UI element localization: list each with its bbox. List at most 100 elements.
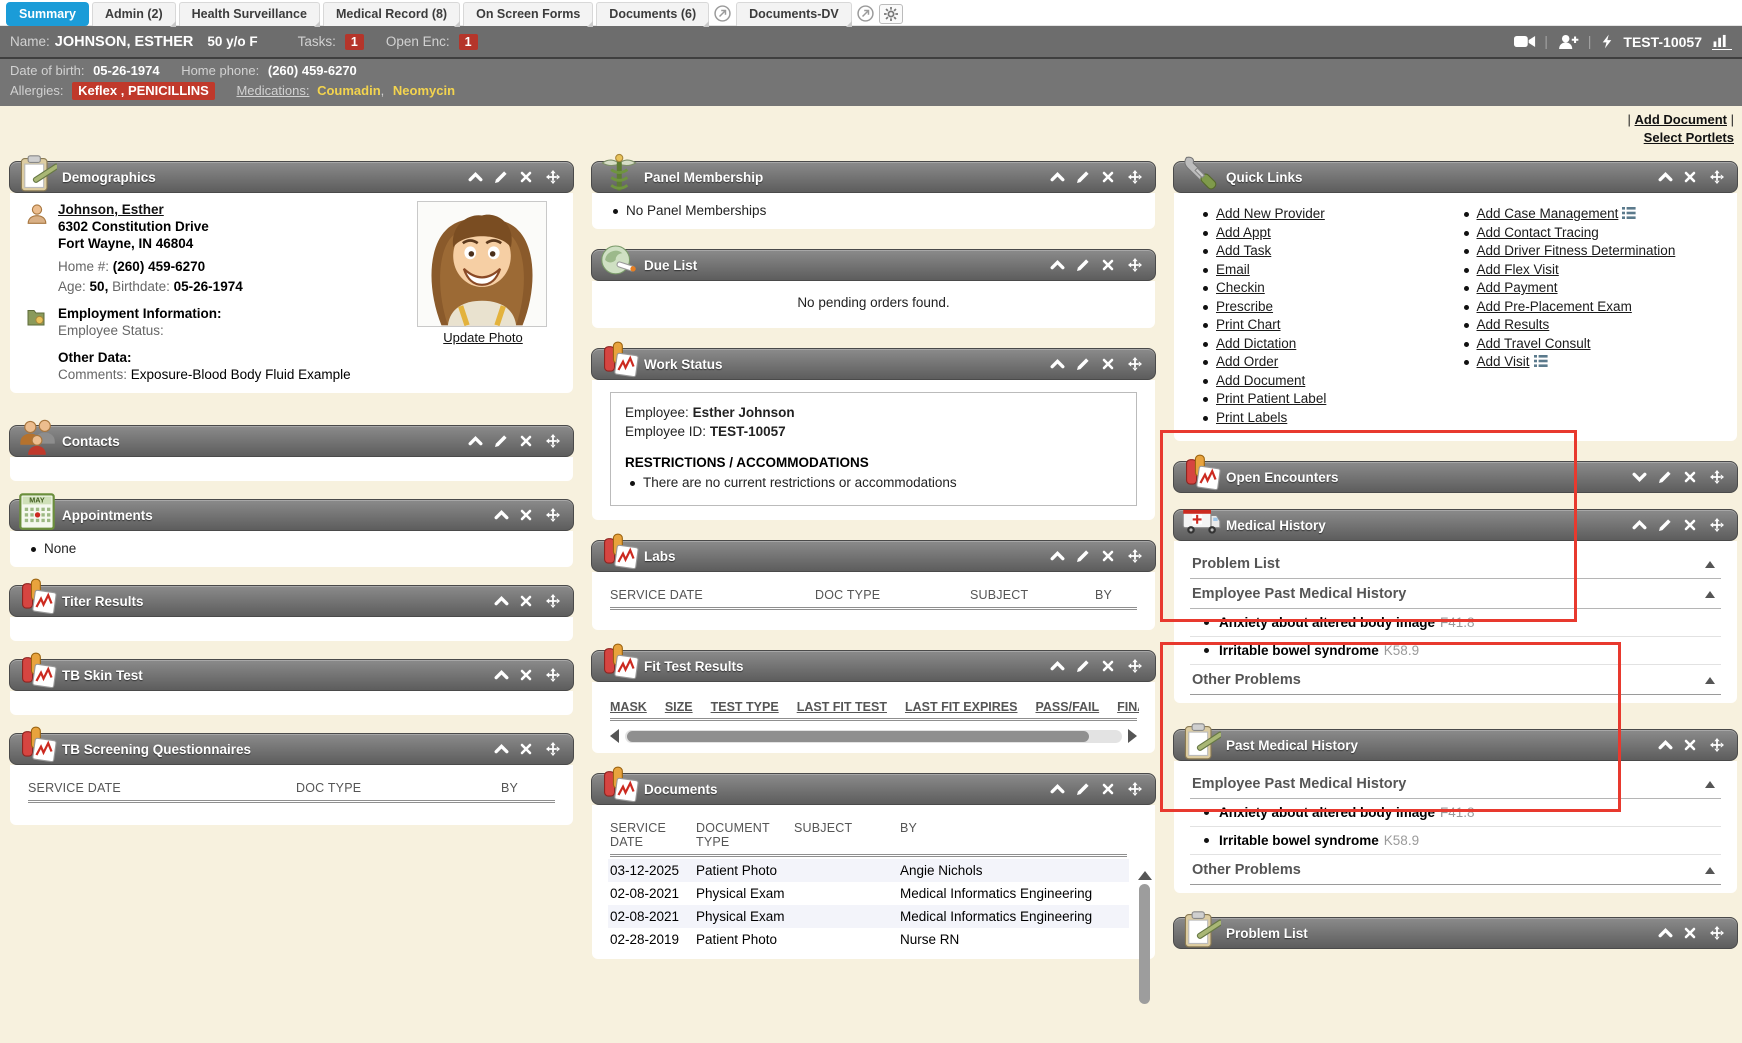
quick-link[interactable]: Add Flex Visit	[1477, 262, 1559, 277]
column-header[interactable]: DOCUMENT TYPE	[696, 821, 794, 849]
scroll-up-arrow[interactable]	[1138, 871, 1152, 880]
portlet-header[interactable]: Demographics	[9, 161, 574, 193]
edit-pencil-icon[interactable]	[1076, 170, 1091, 184]
medication-item[interactable]: Neomycin	[393, 83, 455, 98]
quick-link[interactable]: Add Document	[1216, 373, 1305, 388]
close-icon[interactable]	[1684, 738, 1699, 752]
portlet-header[interactable]: Quick Links	[1173, 161, 1738, 193]
open-enc-count-badge[interactable]: 1	[459, 34, 478, 50]
close-icon[interactable]	[1102, 549, 1117, 563]
quick-link[interactable]: Email	[1216, 262, 1250, 277]
vertical-scrollbar[interactable]	[1137, 871, 1152, 1043]
sort-column-link[interactable]: LAST FIT EXPIRES	[905, 700, 1018, 714]
column-header[interactable]: DOC TYPE	[815, 588, 970, 602]
scrollbar-thumb[interactable]	[627, 731, 1089, 742]
quick-link[interactable]: Add Pre-Placement Exam	[1477, 299, 1632, 314]
edit-pencil-icon[interactable]	[1658, 470, 1673, 484]
move-icon[interactable]	[546, 508, 561, 522]
collapse-icon[interactable]	[1658, 738, 1673, 752]
collapse-triangle-icon[interactable]	[1705, 867, 1715, 874]
history-item[interactable]: Anxiety about altered body imageF41.8	[1190, 799, 1721, 827]
quick-link[interactable]: Add Task	[1216, 243, 1271, 258]
move-icon[interactable]	[1128, 357, 1143, 371]
move-icon[interactable]	[1128, 170, 1143, 184]
quick-link[interactable]: Add Appt	[1216, 225, 1271, 240]
portlet-header[interactable]: TB Screening Questionnaires	[9, 733, 574, 765]
open-new-window-icon[interactable]	[714, 5, 731, 22]
collapse-icon[interactable]	[494, 668, 509, 682]
close-icon[interactable]	[1102, 782, 1117, 796]
select-portlets-link[interactable]: Select Portlets	[1644, 130, 1734, 145]
move-icon[interactable]	[546, 668, 561, 682]
portlet-header[interactable]: Open Encounters	[1173, 461, 1738, 493]
table-row[interactable]: 02-08-2021Physical ExamMedical Informati…	[608, 905, 1129, 928]
column-header[interactable]: DOC TYPE	[296, 781, 501, 795]
sort-column-link[interactable]: SIZE	[665, 700, 693, 714]
column-header[interactable]: SERVICE DATE	[28, 781, 296, 795]
scrollbar-track[interactable]	[625, 730, 1122, 743]
quick-link[interactable]: Add Driver Fitness Determination	[1477, 243, 1676, 258]
quick-link[interactable]: Add Dictation	[1216, 336, 1296, 351]
section-other-problems[interactable]: Other Problems	[1190, 855, 1721, 885]
patient-name-link[interactable]: Johnson, Esther	[58, 202, 164, 217]
collapse-icon[interactable]	[1050, 170, 1065, 184]
portlet-header[interactable]: MAY Appointments	[9, 499, 574, 531]
sort-column-link[interactable]: LAST FIT TEST	[797, 700, 887, 714]
add-document-link[interactable]: Add Document	[1635, 112, 1727, 127]
allergies-badge[interactable]: Keflex , PENICILLINS	[72, 82, 215, 100]
collapse-triangle-icon[interactable]	[1705, 677, 1715, 684]
expand-icon[interactable]	[1632, 470, 1647, 484]
collapse-icon[interactable]	[1632, 518, 1647, 532]
tab-documents[interactable]: Documents (6)	[596, 2, 709, 26]
sort-column-link[interactable]: MASK	[610, 700, 647, 714]
close-icon[interactable]	[520, 170, 535, 184]
quick-link[interactable]: Prescribe	[1216, 299, 1273, 314]
column-header[interactable]: SUBJECT	[970, 588, 1095, 602]
collapse-icon[interactable]	[1050, 258, 1065, 272]
quick-link[interactable]: Print Labels	[1216, 410, 1287, 425]
table-row[interactable]: 03-12-2025Patient PhotoAngie Nichols	[608, 859, 1129, 882]
column-header[interactable]: BY	[501, 781, 555, 795]
sort-column-link[interactable]: PASS/FAIL	[1035, 700, 1099, 714]
settings-gear-icon[interactable]	[879, 4, 903, 24]
quick-link[interactable]: Print Patient Label	[1216, 391, 1326, 406]
edit-pencil-icon[interactable]	[1658, 518, 1673, 532]
lightning-icon[interactable]	[1601, 34, 1613, 50]
list-icon[interactable]	[1622, 206, 1637, 218]
quick-link[interactable]: Add Payment	[1477, 280, 1558, 295]
tab-summary[interactable]: Summary	[6, 2, 89, 26]
quick-link[interactable]: Add Visit	[1477, 354, 1530, 369]
collapse-icon[interactable]	[1658, 926, 1673, 940]
close-icon[interactable]	[1684, 170, 1699, 184]
table-row[interactable]: 02-08-2021Physical ExamMedical Informati…	[608, 882, 1129, 905]
move-icon[interactable]	[1710, 926, 1725, 940]
move-icon[interactable]	[1710, 518, 1725, 532]
collapse-triangle-icon[interactable]	[1705, 591, 1715, 598]
portlet-header[interactable]: Past Medical History	[1173, 729, 1738, 761]
update-photo-link[interactable]: Update Photo	[443, 330, 523, 345]
add-person-icon[interactable]	[1558, 34, 1578, 50]
close-icon[interactable]	[520, 434, 535, 448]
portlet-header[interactable]: Documents	[591, 773, 1156, 805]
tab-health-surveillance[interactable]: Health Surveillance	[179, 2, 320, 26]
close-icon[interactable]	[1102, 258, 1117, 272]
close-icon[interactable]	[1684, 926, 1699, 940]
open-new-window-icon[interactable]	[857, 5, 874, 22]
close-icon[interactable]	[520, 668, 535, 682]
quick-link[interactable]: Add Travel Consult	[1477, 336, 1591, 351]
scrollbar-thumb[interactable]	[1139, 884, 1150, 1004]
edit-pencil-icon[interactable]	[1076, 659, 1091, 673]
close-icon[interactable]	[1684, 470, 1699, 484]
tab-admin[interactable]: Admin (2)	[92, 2, 176, 26]
video-camera-icon[interactable]	[1514, 34, 1534, 50]
collapse-triangle-icon[interactable]	[1705, 781, 1715, 788]
close-icon[interactable]	[1102, 170, 1117, 184]
tab-on-screen-forms[interactable]: On Screen Forms	[463, 2, 593, 26]
collapse-icon[interactable]	[1050, 659, 1065, 673]
close-icon[interactable]	[520, 594, 535, 608]
close-icon[interactable]	[1684, 518, 1699, 532]
quick-link[interactable]: Add New Provider	[1216, 206, 1325, 221]
portlet-header[interactable]: Panel Membership	[591, 161, 1156, 193]
collapse-icon[interactable]	[468, 170, 483, 184]
edit-pencil-icon[interactable]	[1076, 258, 1091, 272]
